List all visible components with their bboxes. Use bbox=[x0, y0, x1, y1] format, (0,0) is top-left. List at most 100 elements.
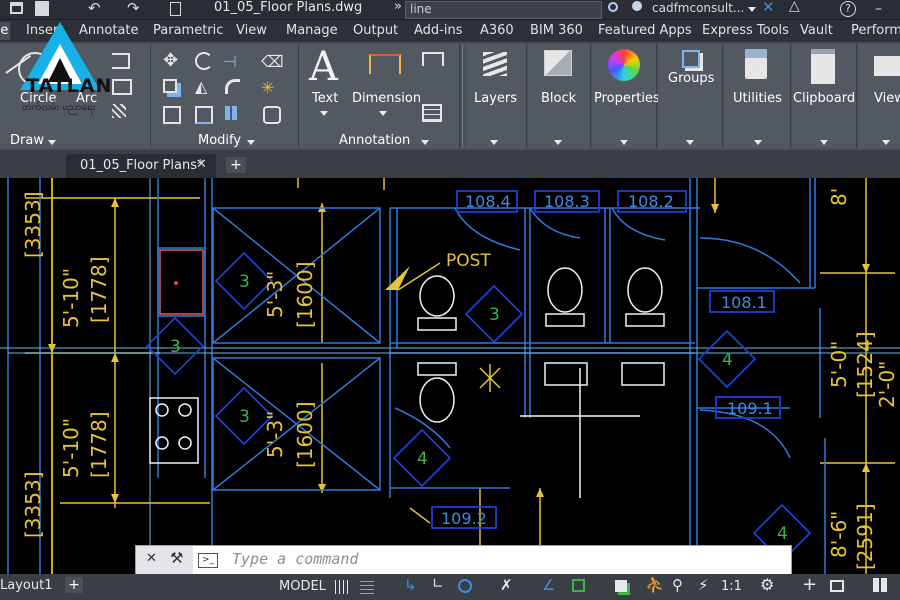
lineweight-icon[interactable] bbox=[615, 580, 627, 592]
leader-icon[interactable] bbox=[422, 52, 444, 66]
tab-bim360[interactable]: BIM 360 bbox=[530, 22, 583, 40]
command-prompt-icon[interactable]: >_ bbox=[198, 553, 218, 568]
polar-icon[interactable] bbox=[458, 579, 472, 593]
close-icon[interactable]: ✕ bbox=[146, 551, 157, 566]
help-icon[interactable]: ? bbox=[840, 1, 856, 17]
user-icon[interactable] bbox=[632, 1, 642, 11]
workspace-icon[interactable] bbox=[830, 580, 844, 592]
model-space-toggle[interactable]: MODEL bbox=[279, 579, 326, 594]
save-icon[interactable] bbox=[35, 1, 49, 16]
add-layout-button[interactable]: + bbox=[65, 577, 83, 593]
ortho-icon[interactable]: ∟ bbox=[432, 576, 444, 592]
command-input-placeholder[interactable]: Type a command bbox=[232, 550, 358, 568]
groups-dropdown-icon[interactable] bbox=[686, 140, 694, 145]
wrench-icon[interactable]: ⚒ bbox=[170, 549, 183, 567]
close-icon[interactable]: ✕ bbox=[196, 157, 207, 172]
clipboard-panel[interactable]: Clipboard bbox=[792, 44, 857, 148]
object-snap-icon[interactable] bbox=[572, 579, 585, 592]
file-tab-floor-plans[interactable]: 01_05_Floor Plans* ✕ bbox=[66, 154, 216, 178]
annotation-monitor-icon[interactable]: ⛹ bbox=[645, 575, 665, 594]
command-line[interactable]: ✕ ⚒ >_ Type a command bbox=[135, 545, 792, 575]
drawing-canvas[interactable]: 108.4 108.3 108.2 108.1 109.1 109.2 3 3 … bbox=[0, 178, 900, 574]
annotation-panel-title[interactable]: Annotation bbox=[339, 133, 410, 148]
utilities-panel[interactable]: Utilities bbox=[724, 44, 791, 148]
tab-a360[interactable]: A360 bbox=[480, 22, 514, 40]
isodraft-icon[interactable]: ∠ bbox=[542, 576, 555, 594]
dimension-button-label[interactable]: Dimension bbox=[352, 91, 421, 106]
search-icon[interactable] bbox=[608, 2, 618, 12]
copy-icon[interactable] bbox=[163, 79, 177, 93]
table-icon[interactable] bbox=[422, 104, 442, 122]
tab-manage[interactable]: Manage bbox=[286, 22, 338, 40]
search-input[interactable]: line bbox=[405, 1, 602, 19]
tab-performance[interactable]: Performance bbox=[851, 22, 900, 40]
layers-dropdown-icon[interactable] bbox=[490, 140, 498, 145]
open-icon[interactable] bbox=[10, 2, 23, 14]
minimize-icon[interactable]: – bbox=[875, 1, 882, 17]
view-panel[interactable]: View bbox=[858, 44, 900, 148]
offset-icon[interactable] bbox=[263, 106, 281, 124]
mirror-icon[interactable]: ◭ bbox=[195, 77, 207, 96]
scale-icon[interactable] bbox=[195, 106, 213, 124]
expand-icon[interactable]: » bbox=[394, 0, 402, 14]
redo-icon[interactable]: ↷ bbox=[127, 0, 140, 17]
layout-tab[interactable]: Layout1 bbox=[0, 578, 52, 593]
view-dropdown-icon[interactable] bbox=[882, 140, 890, 145]
a360-icon[interactable]: △ bbox=[789, 0, 800, 14]
tab-express-tools[interactable]: Express Tools bbox=[702, 22, 789, 40]
snap-icon[interactable] bbox=[360, 580, 374, 594]
stretch-icon[interactable] bbox=[163, 106, 181, 124]
erase-icon[interactable]: ⌫ bbox=[261, 52, 284, 71]
block-dropdown-icon[interactable] bbox=[554, 140, 562, 145]
undo-icon[interactable]: ↶ bbox=[88, 0, 101, 17]
explode-icon[interactable]: ✳ bbox=[261, 78, 274, 97]
text-button-label[interactable]: Text bbox=[312, 91, 338, 106]
fillet-icon[interactable] bbox=[225, 79, 240, 94]
move-icon[interactable]: ✥ bbox=[163, 50, 178, 71]
grid-icon[interactable] bbox=[335, 580, 349, 594]
groups-panel[interactable]: Groups bbox=[658, 44, 723, 148]
rotate-icon[interactable] bbox=[195, 52, 213, 70]
block-panel[interactable]: Block bbox=[528, 44, 591, 148]
gear-icon[interactable]: ⚙ bbox=[760, 575, 774, 594]
tab-featured-apps[interactable]: Featured Apps bbox=[598, 22, 692, 40]
new-tab-button[interactable]: + bbox=[226, 157, 246, 173]
annotation-visibility-icon[interactable]: ⚲ bbox=[672, 576, 683, 594]
text-icon[interactable]: A bbox=[309, 44, 338, 90]
tab-add-ins[interactable]: Add-ins bbox=[414, 22, 462, 40]
clipboard-dropdown-icon[interactable] bbox=[820, 140, 828, 145]
layers-panel[interactable]: Layers bbox=[466, 44, 527, 148]
dimension-icon[interactable] bbox=[369, 54, 401, 74]
tab-view[interactable]: View bbox=[236, 22, 267, 40]
array-icon[interactable] bbox=[225, 106, 239, 120]
annotation-panel-dropdown-icon[interactable] bbox=[421, 140, 429, 145]
modify-panel-title[interactable]: Modify bbox=[198, 133, 241, 148]
tab-output[interactable]: Output bbox=[353, 22, 398, 40]
ribbon-options-icon[interactable] bbox=[170, 2, 181, 16]
annotation-scale-icon[interactable]: ⚡ bbox=[698, 576, 709, 594]
dimension-dropdown-icon[interactable] bbox=[379, 111, 387, 116]
properties-panel[interactable]: Properties bbox=[592, 44, 660, 148]
osnap-tracking-icon[interactable]: ✗ bbox=[500, 576, 513, 594]
properties-color-wheel-icon bbox=[608, 49, 640, 81]
trim-icon[interactable]: ⊣ bbox=[223, 52, 237, 71]
infer-icon[interactable]: ↳ bbox=[404, 576, 417, 594]
exchange-icon[interactable]: ✕ bbox=[762, 0, 775, 16]
tab-home[interactable]: Home bbox=[0, 22, 10, 40]
customization-icon[interactable] bbox=[873, 578, 887, 592]
draw-panel-title[interactable]: Draw bbox=[10, 133, 44, 148]
plus-icon[interactable]: + bbox=[802, 574, 817, 595]
modify-panel-dropdown-icon[interactable] bbox=[247, 140, 255, 145]
dimension-text: 5'-3" bbox=[263, 411, 287, 458]
block-icon bbox=[544, 50, 572, 76]
draw-panel-dropdown-icon[interactable] bbox=[48, 140, 56, 145]
annotation-scale[interactable]: 1:1 bbox=[721, 579, 742, 594]
properties-dropdown-icon[interactable] bbox=[620, 140, 628, 145]
tab-vault[interactable]: Vault bbox=[800, 22, 833, 40]
utilities-dropdown-icon[interactable] bbox=[754, 140, 762, 145]
text-dropdown-icon[interactable] bbox=[320, 111, 328, 116]
account-dropdown-icon[interactable] bbox=[748, 7, 756, 12]
command-line-handle[interactable]: ✕ ⚒ bbox=[136, 546, 193, 574]
tab-parametric[interactable]: Parametric bbox=[153, 22, 223, 40]
account-name[interactable]: cadfmconsult... bbox=[652, 1, 744, 15]
